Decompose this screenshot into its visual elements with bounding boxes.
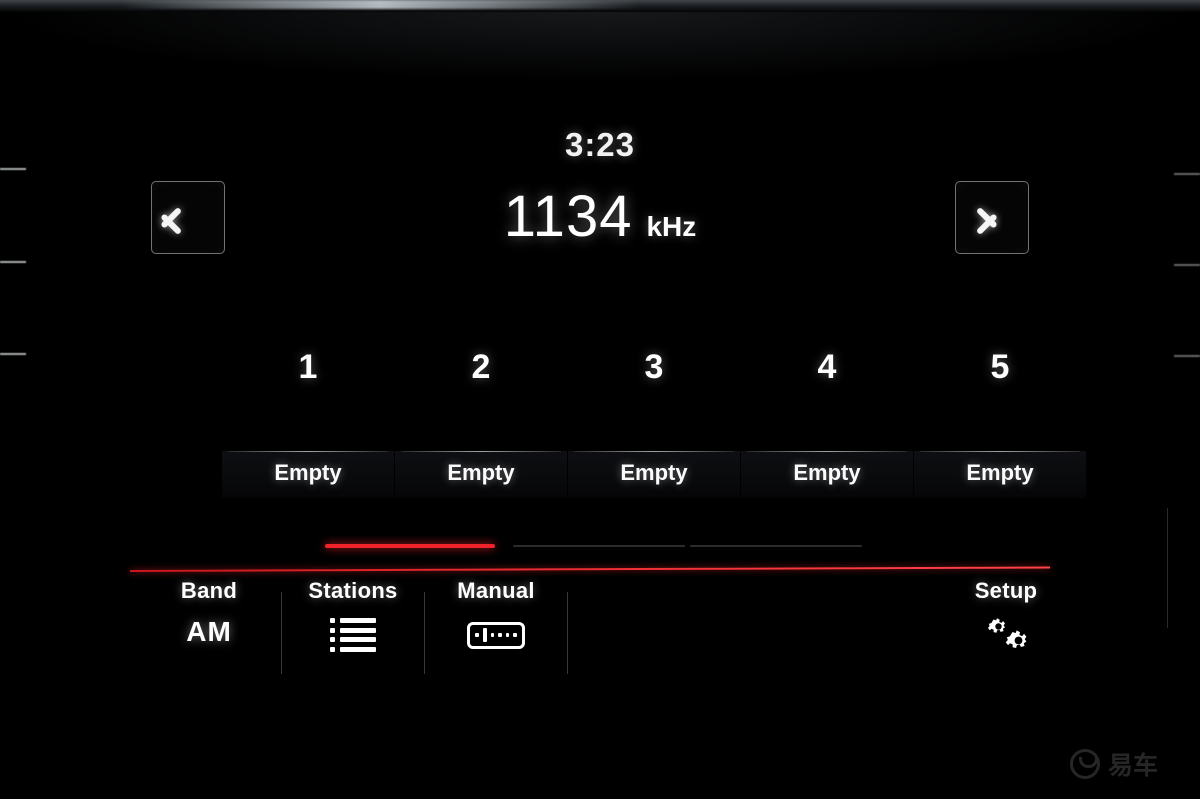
preset-panel[interactable]: Empty <box>395 451 567 498</box>
preset-rule <box>920 451 1080 452</box>
preset-rule <box>747 451 907 452</box>
frequency-unit: kHz <box>646 211 697 242</box>
stations-button[interactable]: Stations <box>290 578 416 652</box>
manual-button[interactable]: Manual <box>433 578 559 652</box>
preset-label: Empty <box>447 460 515 485</box>
list-icon <box>330 618 376 652</box>
preset-slot-4[interactable]: 4 Empty <box>741 348 913 498</box>
preset-slot-1[interactable]: 1 Empty <box>222 348 394 498</box>
preset-panel[interactable]: Empty <box>741 451 913 498</box>
band-value: AM <box>186 616 232 647</box>
page-indicator-segment-1[interactable] <box>325 544 495 548</box>
manual-icon-wrap <box>433 618 559 652</box>
preset-panel[interactable]: Empty <box>914 451 1086 498</box>
preset-slot-2[interactable]: 2 Empty <box>395 348 567 498</box>
infotainment-screen: 3:23 1134 kHz 1 Empty 2 Empty 3 Empty 4 <box>0 0 1200 799</box>
preset-panel[interactable]: Empty <box>222 451 394 498</box>
chevron-left-icon <box>176 198 200 238</box>
preset-number: 3 <box>644 348 664 386</box>
preset-label: Empty <box>966 460 1034 485</box>
preset-number: 4 <box>817 348 837 386</box>
next-station-button[interactable] <box>955 181 1029 254</box>
preset-rule <box>401 451 561 452</box>
bottom-toolbar: Band AM Stations Manual Setup <box>0 578 1200 688</box>
preset-rule <box>574 451 734 452</box>
setup-icon-wrap <box>943 618 1069 652</box>
gears-icon <box>977 615 1035 655</box>
clock: 3:23 <box>564 126 636 163</box>
screen-glow <box>0 12 1200 82</box>
bezel-tick-left-1 <box>0 168 26 170</box>
stations-label: Stations <box>308 578 398 603</box>
preset-number: 1 <box>298 348 318 386</box>
preset-panel[interactable]: Empty <box>568 451 740 498</box>
bezel-tick-left-3 <box>0 353 26 355</box>
toolbar-divider-3 <box>567 592 568 674</box>
accent-divider <box>129 566 1050 572</box>
tuner-bar-icon <box>467 621 525 649</box>
preset-slot-5[interactable]: 5 Empty <box>914 348 1086 498</box>
preset-rule <box>228 451 388 452</box>
previous-station-button[interactable] <box>151 181 225 254</box>
bezel-tick-right-3 <box>1174 355 1200 357</box>
page-indicator-segment-2[interactable] <box>513 545 685 547</box>
frequency-value: 1134 <box>503 184 633 249</box>
stations-icon-wrap <box>290 618 416 652</box>
band-button[interactable]: Band AM <box>146 578 272 648</box>
preset-number: 2 <box>471 348 491 386</box>
bezel-tick-right-2 <box>1174 264 1200 266</box>
watermark-text: 易车 <box>1108 751 1159 780</box>
bezel-tick-left-2 <box>0 261 26 263</box>
preset-number: 5 <box>990 348 1010 386</box>
manual-label: Manual <box>457 578 535 603</box>
preset-label: Empty <box>620 460 688 485</box>
page-indicator-segment-3[interactable] <box>690 545 862 547</box>
watermark-logo-icon <box>1070 749 1100 779</box>
chevron-right-icon <box>980 198 1004 238</box>
toolbar-divider-1 <box>281 592 282 674</box>
toolbar-divider-2 <box>424 592 425 674</box>
preset-slot-3[interactable]: 3 Empty <box>568 348 740 498</box>
watermark: 易车 <box>1070 746 1158 782</box>
band-label: Band <box>180 578 238 603</box>
preset-label: Empty <box>793 460 861 485</box>
setup-button[interactable]: Setup <box>943 578 1069 652</box>
bezel-tick-right-1 <box>1174 173 1200 175</box>
setup-label: Setup <box>974 578 1038 603</box>
bezel-sheen <box>120 0 640 9</box>
preset-label: Empty <box>274 460 342 485</box>
